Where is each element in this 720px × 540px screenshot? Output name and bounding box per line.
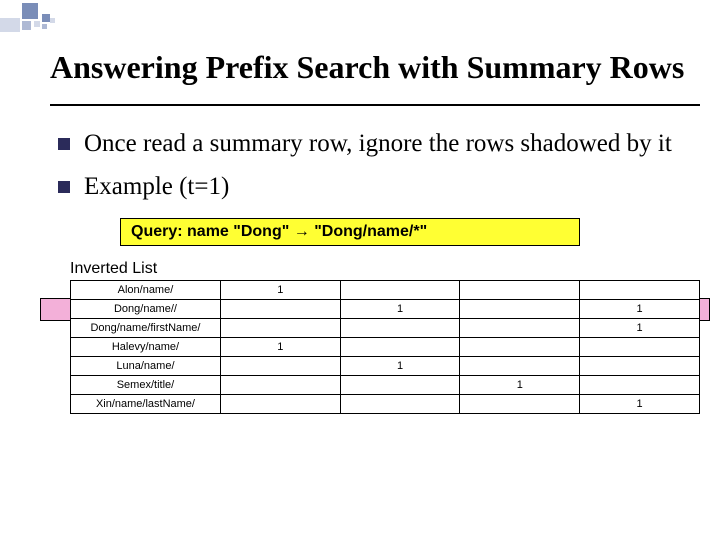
slide-title: Answering Prefix Search with Summary Row… [50,50,700,86]
row-cell: 1 [460,376,580,395]
slide-content: Answering Prefix Search with Summary Row… [50,50,700,414]
row-cell: 1 [340,300,460,319]
row-cell [340,376,460,395]
row-key: Halevy/name/ [71,338,221,357]
table-row: Xin/name/lastName/1 [71,395,700,414]
row-cell [340,338,460,357]
query-box: Query: name "Dong" → "Dong/name/*" [120,218,580,246]
bullet-icon [58,138,70,150]
row-cell: 1 [580,319,700,338]
arrow-icon: → [294,223,310,240]
bullet-list: Once read a summary row, ignore the rows… [58,128,700,203]
row-key: Alon/name/ [71,281,221,300]
row-cell [220,376,340,395]
row-cell: 1 [580,300,700,319]
table-row: Dong/name/firstName/1 [71,319,700,338]
bullet-item: Once read a summary row, ignore the rows… [58,128,700,159]
row-key: Xin/name/lastName/ [71,395,221,414]
row-cell [220,319,340,338]
row-cell [340,395,460,414]
inverted-list-table-wrap: Alon/name/1Dong/name//11Dong/name/firstN… [70,280,700,414]
row-cell [460,300,580,319]
bullet-icon [58,181,70,193]
inverted-list-table: Alon/name/1Dong/name//11Dong/name/firstN… [70,280,700,414]
table-row: Semex/title/1 [71,376,700,395]
row-cell [340,319,460,338]
query-prefix: Query: name "Dong" [131,223,294,240]
bullet-text: Example (t=1) [84,171,700,202]
table-row: Dong/name// 1 1 [71,300,700,319]
row-key: Semex/title/ [71,376,221,395]
row-cell [460,319,580,338]
bullet-item: Example (t=1) [58,171,700,202]
table-row: Alon/name/1 [71,281,700,300]
row-cell [220,357,340,376]
inverted-list-label: Inverted List [70,260,700,278]
row-cell [580,338,700,357]
title-underline [50,104,700,106]
row-key: Dong/name// [71,300,221,319]
row-cell: 1 [220,281,340,300]
row-cell [340,281,460,300]
row-cell [460,281,580,300]
row-cell: 1 [580,395,700,414]
table-row: Halevy/name/1 [71,338,700,357]
slide-decoration [0,0,150,35]
row-cell [460,395,580,414]
row-cell: 1 [220,338,340,357]
row-cell [220,395,340,414]
row-key: Luna/name/ [71,357,221,376]
table-row: Luna/name/1 [71,357,700,376]
query-suffix: "Dong/name/*" [310,223,427,240]
row-key: Dong/name/firstName/ [71,319,221,338]
row-cell [460,338,580,357]
row-cell [580,281,700,300]
row-cell [580,376,700,395]
row-cell [220,300,340,319]
bullet-text: Once read a summary row, ignore the rows… [84,128,700,159]
row-cell: 1 [340,357,460,376]
row-cell [460,357,580,376]
row-cell [580,357,700,376]
